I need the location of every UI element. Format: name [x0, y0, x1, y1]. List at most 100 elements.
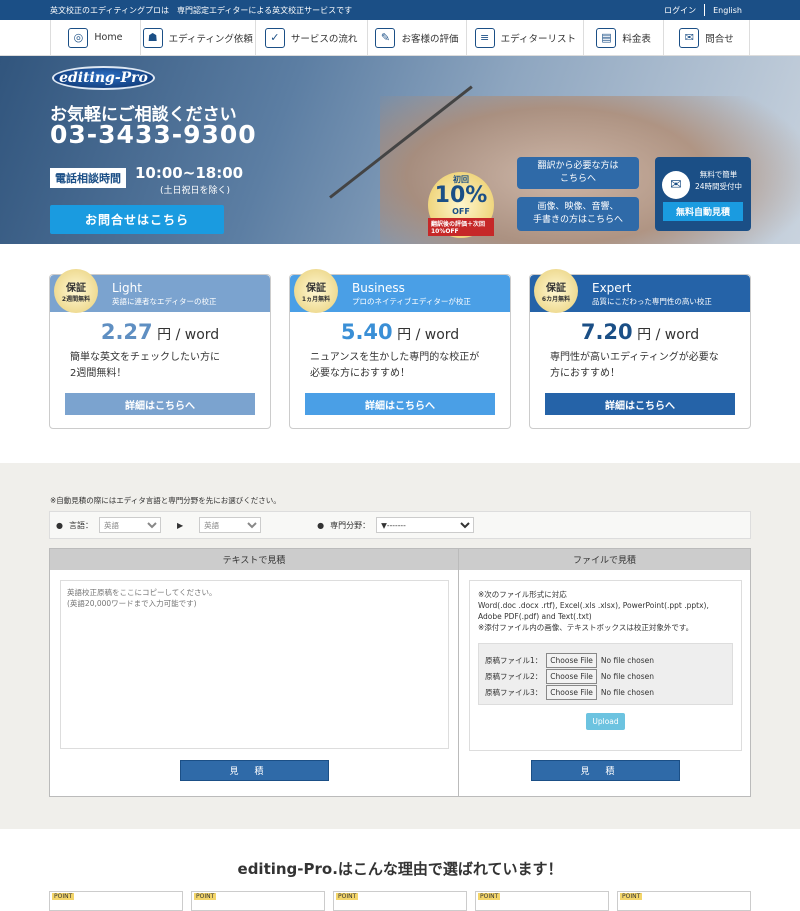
seal-sub: 1ヵ月無料: [301, 296, 331, 303]
text-quote-panel: テキストで見積 見積: [49, 548, 459, 797]
price-unit: 円 / word: [637, 327, 700, 343]
login-link[interactable]: ログイン: [656, 5, 704, 16]
file-status: No file chosen: [600, 655, 655, 665]
plan-text: ニュアンスを生かした専門的な校正が 必要な方におすすめ！: [310, 352, 480, 379]
hours-label: 電話相談時間: [50, 168, 126, 188]
field-label: 専門分野：: [330, 520, 371, 530]
nav-contact[interactable]: ✉ 問合せ: [664, 20, 750, 55]
quote-options-bar: ● 言語： 英語 ▶ 英語 ● 専門分野： ▼-------: [49, 511, 751, 539]
nav-reviews[interactable]: ✎ お客様の評価: [368, 20, 468, 55]
point-label: POINT: [52, 893, 75, 900]
file-row: 原稿ファイル1： Choose File No file chosen: [485, 652, 726, 668]
auto-quote-section: ※自動見積の際にはエディタ言語と専門分野を先にお選びください。 ● 言語： 英語…: [0, 463, 800, 829]
contact-button[interactable]: お問合せはこちら: [50, 205, 224, 234]
file-format-info: ※次のファイル形式に対応 Word(.doc .docx .rtf), Exce…: [478, 590, 709, 632]
field-select[interactable]: ▼-------: [376, 517, 475, 533]
nav-label: 料金表: [622, 33, 651, 45]
seal-sub: 2週間無料: [61, 296, 91, 303]
file-row: 原稿ファイル2： Choose File No file chosen: [485, 668, 726, 684]
upload-button[interactable]: Upload: [586, 713, 625, 730]
nav-editing-request[interactable]: ☗ エディティング依頼: [141, 20, 256, 55]
media-button[interactable]: 画像、映像、音響、 手書きの方はこちらへ: [517, 197, 639, 231]
file-label: 原稿ファイル2：: [485, 671, 543, 681]
plan-name: Expert: [592, 281, 632, 295]
nav-home[interactable]: ◎ Home: [51, 20, 141, 55]
panel-title: ファイルで見積: [459, 549, 750, 570]
file-quote-panel: ファイルで見積 ※次のファイル形式に対応 Word(.doc .docx .rt…: [458, 548, 751, 797]
seal-main: 保証: [306, 283, 326, 294]
nav-label: エディティング依頼: [168, 33, 253, 45]
mail-icon: ✉: [679, 27, 700, 48]
hero-banner: editing-Pro お気軽にご相談ください 03-3433-9300 電話相…: [0, 56, 800, 244]
plan-details-button[interactable]: 詳細はこちらへ: [545, 393, 735, 415]
plans-section: Light 英語に連者なエディターの校正 保証 2週間無料 2.27 円 / wo…: [49, 269, 751, 429]
choose-file-button[interactable]: Choose File: [546, 684, 597, 700]
nav-label: Home: [94, 32, 123, 43]
point-card: POINT: [475, 891, 609, 911]
hours-note: (土日祝日を除く): [160, 186, 231, 196]
seal-sub: 6カ月無料: [541, 296, 571, 303]
edit-icon: ✎: [375, 27, 396, 48]
nav-label: お客様の評価: [401, 33, 459, 45]
nav-editor-list[interactable]: ≡ エディターリスト: [467, 20, 585, 55]
plan-card-expert: Expert 品質にこだわった専門性の高い校正 保証 6カ月無料 7.20 円 /…: [529, 269, 751, 429]
point-label: POINT: [478, 893, 501, 900]
globe-icon: ◎: [68, 27, 89, 48]
plan-text: 簡単な英文をチェックしたい方に 2週間無料！: [70, 352, 220, 379]
text-estimate-button[interactable]: 見積: [180, 760, 329, 781]
nav-label: 問合せ: [705, 33, 734, 45]
points-row: POINT POINT POINT POINT POINT: [49, 891, 751, 911]
document-icon: ▤: [596, 27, 617, 48]
source-language-select[interactable]: 英語: [98, 517, 161, 533]
guarantee-seal: 保証 2週間無料: [54, 269, 98, 313]
plan-card-business: Business プロのネイティブエディターが校正 保証 1ヵ月無料 5.40 円…: [289, 269, 511, 429]
nav-label: エディターリスト: [500, 33, 576, 45]
point-label: POINT: [620, 893, 643, 900]
plan-price: 7.20 円 / word: [530, 320, 750, 344]
guarantee-seal: 保証 1ヵ月無料: [294, 269, 338, 313]
quote-note: ※自動見積の際にはエディタ言語と専門分野を先にお選びください。: [50, 496, 281, 505]
nav-price-list[interactable]: ▤ 料金表: [584, 20, 665, 55]
arrow-right-icon: ▶: [176, 520, 184, 530]
editing-pro-logo[interactable]: editing-Pro: [52, 66, 155, 90]
english-link[interactable]: English: [705, 6, 750, 15]
price-unit: 円 / word: [157, 327, 220, 343]
badge-percent: 10%: [434, 183, 488, 208]
manuscript-textarea[interactable]: [60, 580, 449, 749]
seal-main: 保証: [66, 283, 86, 294]
nav-label: サービスの流れ: [290, 33, 358, 45]
file-label: 原稿ファイル3：: [485, 687, 543, 697]
point-card: POINT: [617, 891, 751, 911]
list-icon: ≡: [474, 27, 495, 48]
badge-off: OFF: [452, 207, 470, 216]
business-hours: 10:00~18:00: [135, 164, 244, 182]
plan-desc: 英語に連者なエディターの校正: [112, 297, 217, 306]
phone-number: 03-3433-9300: [50, 120, 257, 149]
people-icon: ☗: [142, 27, 163, 48]
discount-badge: 初回 10% OFF 翻訳後の評価＋次回10%OFF: [428, 172, 494, 238]
plan-desc: 品質にこだわった専門性の高い校正: [592, 297, 712, 306]
plan-details-button[interactable]: 詳細はこちらへ: [305, 393, 495, 415]
point-card: POINT: [333, 891, 467, 911]
reasons-title: editing-Pro.はこんな理由で選ばれています！: [237, 860, 563, 878]
file-estimate-button[interactable]: 見積: [531, 760, 680, 781]
choose-file-button[interactable]: Choose File: [546, 668, 597, 684]
choose-file-button[interactable]: Choose File: [546, 652, 597, 668]
file-status: No file chosen: [600, 671, 655, 681]
target-language-select[interactable]: 英語: [199, 517, 262, 533]
file-inputs: 原稿ファイル1： Choose File No file chosen 原稿ファイル…: [478, 643, 733, 705]
top-bar: 英文校正のエディティングプロは 専門認定エディターによる英文校正サービスです ロ…: [0, 0, 800, 20]
nav-service-flow[interactable]: ✓ サービスの流れ: [256, 20, 368, 55]
translation-button[interactable]: 翻訳から必要な方は こちらへ: [517, 157, 639, 189]
price-value: 7.20: [580, 320, 633, 344]
plan-name: Business: [352, 281, 405, 295]
price-value: 5.40: [340, 320, 393, 344]
tagline: 英文校正のエディティングプロは 専門認定エディターによる英文校正サービスです: [50, 5, 353, 15]
plan-details-button[interactable]: 詳細はこちらへ: [65, 393, 255, 415]
point-label: POINT: [194, 893, 217, 900]
plan-card-light: Light 英語に連者なエディターの校正 保証 2週間無料 2.27 円 / wo…: [49, 269, 271, 429]
file-label: 原稿ファイル1：: [485, 655, 543, 665]
plan-price: 2.27 円 / word: [50, 320, 270, 344]
free-estimate-button[interactable]: 無料自動見積: [663, 202, 743, 221]
badge-note: 翻訳後の評価＋次回10%OFF: [428, 218, 494, 236]
